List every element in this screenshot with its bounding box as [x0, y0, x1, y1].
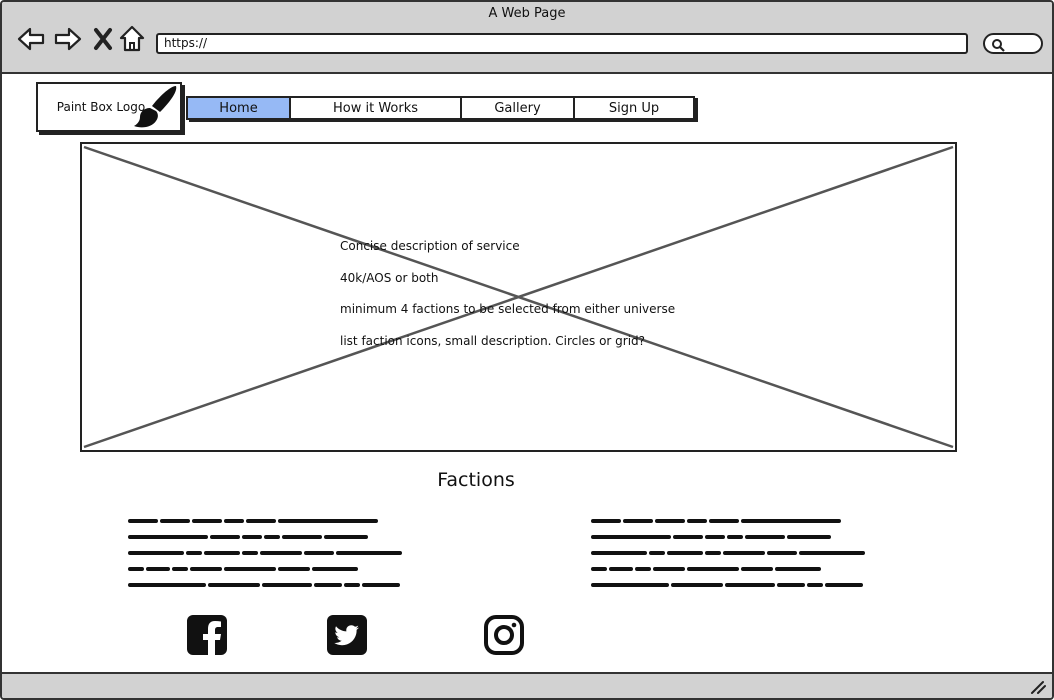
instagram-icon[interactable]	[483, 614, 525, 656]
hero-line-3: minimum 4 factions to be selected from e…	[340, 302, 676, 316]
close-x-icon[interactable]	[90, 24, 120, 54]
hero-description: Concise description of service 40k/AOS o…	[340, 238, 675, 364]
forward-arrow-icon[interactable]	[53, 24, 83, 54]
placeholder-text-block-left	[128, 519, 402, 587]
factions-heading: Factions	[437, 469, 515, 491]
nav-item-sign-up[interactable]: Sign Up	[575, 98, 693, 118]
placeholder-text-block-right	[591, 519, 865, 587]
facebook-icon[interactable]	[186, 614, 228, 656]
paintbrush-icon	[134, 86, 177, 128]
twitter-icon[interactable]	[326, 614, 368, 656]
browser-toolbar: A Web Page https://	[2, 2, 1052, 74]
nav-item-home[interactable]: Home	[188, 98, 291, 118]
site-logo[interactable]: Paint Box Logo	[36, 82, 182, 132]
nav-item-gallery[interactable]: Gallery	[462, 98, 575, 118]
hero-image-placeholder: Concise description of service 40k/AOS o…	[80, 142, 957, 452]
hero-line-1: Concise description of service	[340, 239, 520, 253]
search-icon	[992, 39, 1005, 52]
hero-line-2: 40k/AOS or both	[340, 270, 439, 285]
main-nav: Home How it Works Gallery Sign Up	[186, 96, 695, 120]
nav-item-how-it-works[interactable]: How it Works	[291, 98, 462, 118]
back-arrow-icon[interactable]	[16, 24, 46, 54]
hero-line-4: list faction icons, small description. C…	[340, 333, 646, 348]
home-icon[interactable]	[118, 24, 148, 54]
browser-status-bar	[2, 672, 1052, 698]
browser-window: A Web Page https:// Paint Box Logo Home …	[0, 0, 1054, 700]
address-bar[interactable]: https://	[156, 33, 968, 54]
window-title: A Web Page	[488, 6, 566, 21]
resize-grip-icon[interactable]	[1030, 680, 1046, 694]
browser-search-field[interactable]	[983, 33, 1043, 54]
